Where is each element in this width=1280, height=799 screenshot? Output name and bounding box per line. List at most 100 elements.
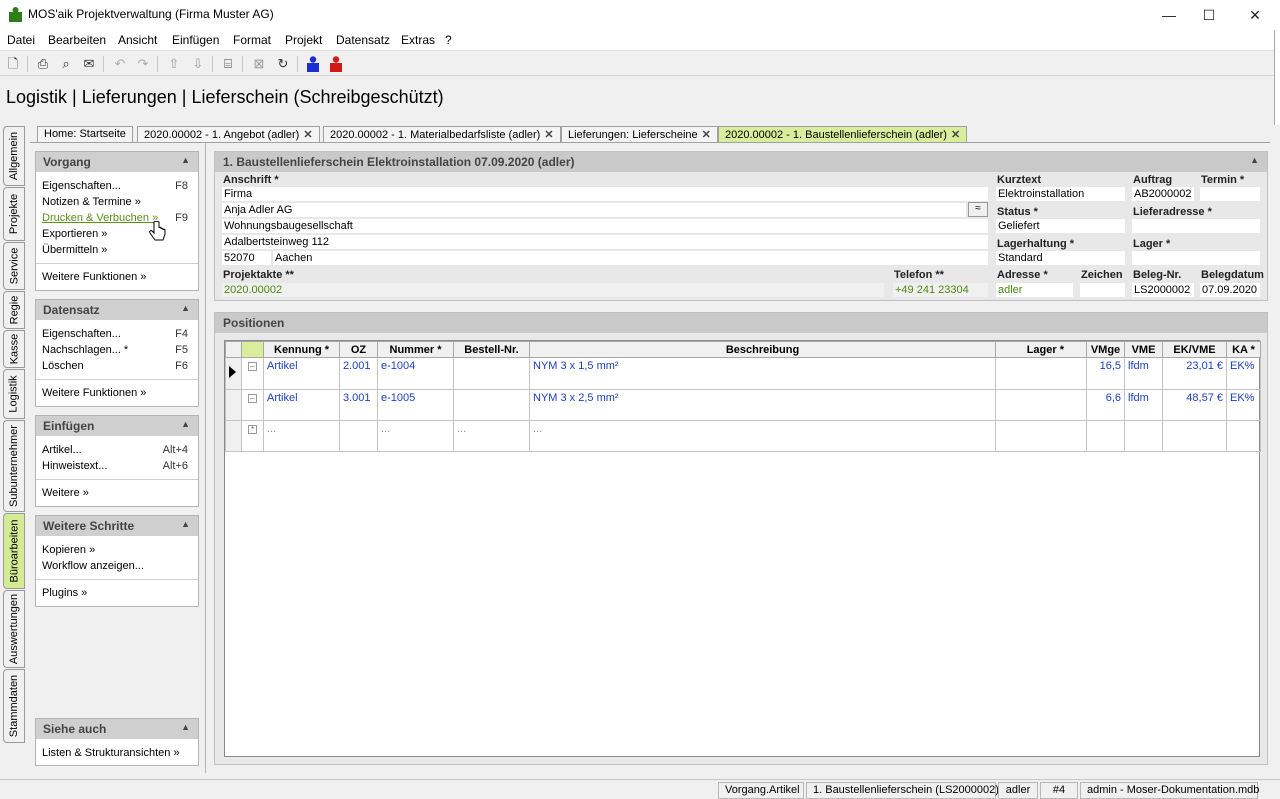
vtab-subunternehmer[interactable]: Subunternehmer	[3, 420, 25, 512]
termin-field[interactable]	[1200, 187, 1260, 201]
vorgang-exportieren[interactable]: Exportieren »	[36, 226, 198, 242]
cell-vme[interactable]	[1124, 420, 1163, 452]
collapse-icon[interactable]: ▲	[181, 303, 190, 313]
col-header-nummer[interactable]: Nummer *	[377, 341, 454, 358]
collapse-icon[interactable]: ▲	[181, 722, 190, 732]
cell-vmge[interactable]	[1086, 420, 1125, 452]
user-blue-icon[interactable]	[306, 56, 320, 72]
expand-cell[interactable]: –	[241, 389, 264, 421]
cell-oz[interactable]	[339, 420, 378, 452]
col-header-kennung[interactable]: Kennung *	[263, 341, 340, 358]
section-header[interactable]: 1. Baustellenlieferschein Elektroinstall…	[215, 152, 1267, 172]
cell-nummer[interactable]: e-1005	[377, 389, 454, 421]
undo-icon[interactable]: ↶	[111, 55, 129, 73]
schritte-workflow[interactable]: Workflow anzeigen...	[36, 558, 198, 574]
cell-kennung[interactable]: ...	[263, 420, 340, 452]
cell-ka[interactable]	[1226, 420, 1261, 452]
address-picker-icon[interactable]: ≈	[968, 202, 988, 217]
cell-oz[interactable]: 2.001	[339, 357, 378, 390]
section-header[interactable]: Positionen	[215, 313, 1267, 333]
panel-header[interactable]: Weitere Schritte ▲	[36, 516, 198, 536]
cell-oz[interactable]: 3.001	[339, 389, 378, 421]
tab-angebot[interactable]: 2020.00002 - 1. Angebot (adler) ✕	[137, 126, 320, 143]
vorgang-notizen[interactable]: Notizen & Termine »	[36, 194, 198, 210]
cell-ek[interactable]	[1162, 420, 1227, 452]
row-selector[interactable]	[225, 357, 242, 390]
telefon-field[interactable]: +49 241 23304	[893, 283, 988, 297]
menu-help[interactable]: ?	[445, 33, 452, 47]
einfuegen-hinweistext[interactable]: Hinweistext... Alt+6	[36, 458, 198, 474]
schritte-kopieren[interactable]: Kopieren »	[36, 542, 198, 558]
ort-field[interactable]: Aachen	[273, 251, 988, 265]
vtab-bueroarbeiten[interactable]: Büroarbeiten	[3, 513, 25, 589]
tab-baustellenlieferschein[interactable]: 2020.00002 - 1. Baustellenlieferschein (…	[718, 126, 968, 143]
vorgang-eigenschaften[interactable]: Eigenschaften... F8	[36, 178, 198, 194]
cell-lager[interactable]	[995, 357, 1087, 390]
table-row-new[interactable]: * ... ... ... ...	[225, 420, 1261, 452]
maximize-button[interactable]: ☐	[1186, 0, 1232, 30]
tab-home[interactable]: Home: Startseite	[37, 126, 133, 143]
cell-nummer[interactable]: ...	[377, 420, 454, 452]
datensatz-nachschlagen[interactable]: Nachschlagen... * F5	[36, 342, 198, 358]
cell-bestellnr[interactable]	[453, 389, 530, 421]
panel-header[interactable]: Vorgang ▲	[36, 152, 198, 172]
menu-projekt[interactable]: Projekt	[285, 33, 322, 47]
vtab-auswertungen[interactable]: Auswertungen	[3, 590, 25, 668]
vtab-logistik[interactable]: Logistik	[3, 369, 25, 419]
close-icon[interactable]: ✕	[544, 129, 553, 141]
print-preview-icon[interactable]: ⌕	[57, 55, 75, 73]
move-down-icon[interactable]: ⇩	[189, 55, 207, 73]
lagerhaltung-field[interactable]: Standard	[996, 251, 1125, 265]
cell-lager[interactable]	[995, 420, 1087, 452]
menu-format[interactable]: Format	[233, 33, 271, 47]
siehe-listen[interactable]: Listen & Strukturansichten »	[36, 745, 198, 761]
cell-kennung[interactable]: Artikel	[263, 389, 340, 421]
panel-header[interactable]: Einfügen ▲	[36, 416, 198, 436]
new-row-icon[interactable]: *	[248, 425, 257, 434]
vtab-stammdaten[interactable]: Stammdaten	[3, 669, 25, 743]
belegdatum-field[interactable]: 07.09.2020	[1200, 283, 1260, 297]
panel-header[interactable]: Siehe auch ▲	[36, 719, 198, 739]
close-icon[interactable]: ✕	[702, 129, 711, 141]
vtab-allgemein[interactable]: Allgemein	[3, 126, 25, 186]
collapse-icon[interactable]: ▲	[1250, 155, 1259, 165]
plz-field[interactable]: 52070	[222, 251, 271, 265]
adresse-field[interactable]: adler	[996, 283, 1073, 297]
cell-beschreibung[interactable]: NYM 3 x 2,5 mm²	[529, 389, 996, 421]
cell-vme[interactable]: lfdm	[1124, 389, 1163, 421]
expand-icon[interactable]: –	[248, 394, 257, 403]
cell-vme[interactable]: lfdm	[1124, 357, 1163, 390]
cell-bestellnr[interactable]	[453, 357, 530, 390]
menu-extras[interactable]: Extras	[401, 33, 435, 47]
tab-lieferscheine[interactable]: Lieferungen: Lieferscheine ✕	[561, 126, 718, 143]
status-field[interactable]: Geliefert	[996, 219, 1125, 233]
cell-ka[interactable]: EK%	[1226, 389, 1261, 421]
cell-ek[interactable]: 23,01 €	[1162, 357, 1227, 390]
vorgang-weitere-funktionen[interactable]: Weitere Funktionen »	[36, 269, 198, 285]
cell-kennung[interactable]: Artikel	[263, 357, 340, 390]
zeichen-field[interactable]	[1080, 283, 1125, 297]
expand-icon[interactable]: –	[248, 362, 257, 371]
col-header-bestellnr[interactable]: Bestell-Nr.	[453, 341, 530, 358]
vorgang-drucken[interactable]: Drucken & Verbuchen » F9	[36, 210, 198, 226]
col-header-vme[interactable]: VME	[1124, 341, 1163, 358]
col-header-ek[interactable]: EK/VME	[1162, 341, 1227, 358]
expand-cell[interactable]: –	[241, 357, 264, 390]
expand-cell[interactable]: *	[241, 420, 264, 452]
cell-beschreibung[interactable]: ...	[529, 420, 996, 452]
anschrift-line4-field[interactable]: Adalbertsteinweg 112	[222, 235, 988, 249]
vtab-service[interactable]: Service	[3, 242, 25, 290]
mail-icon[interactable]: ✉	[80, 55, 98, 73]
cell-nummer[interactable]: e-1004	[377, 357, 454, 390]
search-document-icon[interactable]: ⌸	[219, 55, 237, 73]
lieferadresse-field[interactable]	[1132, 219, 1260, 233]
vorgang-uebermitteln[interactable]: Übermitteln »	[36, 242, 198, 258]
datensatz-loeschen[interactable]: Löschen F6	[36, 358, 198, 374]
col-header-vmge[interactable]: VMge	[1086, 341, 1125, 358]
belegnr-field[interactable]: LS2000002	[1132, 283, 1194, 297]
collapse-icon[interactable]: ▲	[181, 519, 190, 529]
menu-datensatz[interactable]: Datensatz	[336, 33, 390, 47]
cell-ek[interactable]: 48,57 €	[1162, 389, 1227, 421]
cell-ka[interactable]: EK%	[1226, 357, 1261, 390]
lager-field[interactable]	[1132, 251, 1260, 265]
